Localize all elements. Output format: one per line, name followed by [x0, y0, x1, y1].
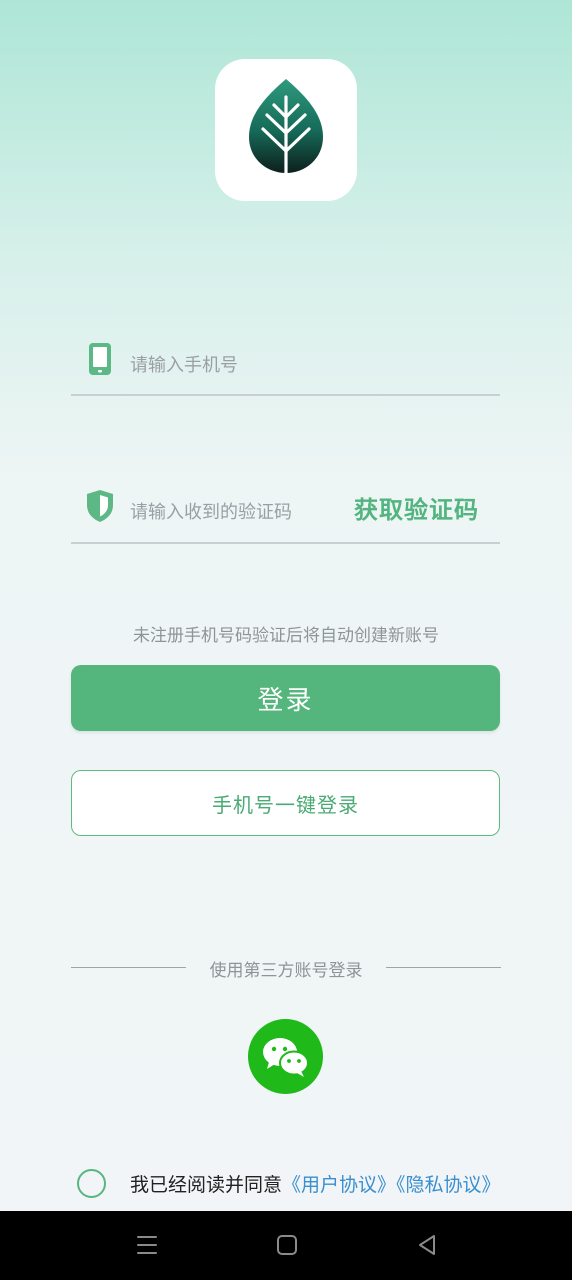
agreement-text: 我已经阅读并同意《用户协议》《隐私协议》	[130, 1170, 501, 1197]
wechat-login-button[interactable]	[248, 1019, 323, 1094]
agreement-label: 我已经阅读并同意	[130, 1174, 283, 1196]
code-input-underline	[71, 542, 500, 544]
get-code-button[interactable]: 获取验证码	[354, 490, 479, 525]
home-icon[interactable]	[276, 1233, 298, 1257]
code-input[interactable]: 请输入收到的验证码	[130, 498, 292, 524]
phone-icon	[89, 343, 111, 375]
app-logo	[215, 59, 357, 201]
back-icon[interactable]	[416, 1233, 438, 1257]
shield-icon	[87, 490, 113, 522]
login-button[interactable]: 登录	[71, 665, 500, 731]
leaf-icon	[249, 79, 323, 183]
third-party-label: 使用第三方账号登录	[209, 961, 363, 981]
divider-left	[71, 967, 186, 968]
register-notice: 未注册手机号码验证后将自动创建新账号	[133, 626, 439, 646]
divider-right	[386, 967, 501, 968]
wechat-icon	[262, 1037, 309, 1077]
privacy-agreement-link[interactable]: 《隐私协议》	[396, 1174, 501, 1196]
user-agreement-link[interactable]: 《用户协议》	[282, 1174, 396, 1196]
phone-input[interactable]: 请输入手机号	[130, 351, 238, 377]
phone-input-underline	[71, 394, 500, 396]
menu-icon[interactable]	[136, 1233, 158, 1257]
system-nav-bar	[0, 1211, 572, 1280]
agreement-checkbox[interactable]	[77, 1169, 106, 1198]
one-key-login-button[interactable]: 手机号一键登录	[71, 770, 500, 836]
